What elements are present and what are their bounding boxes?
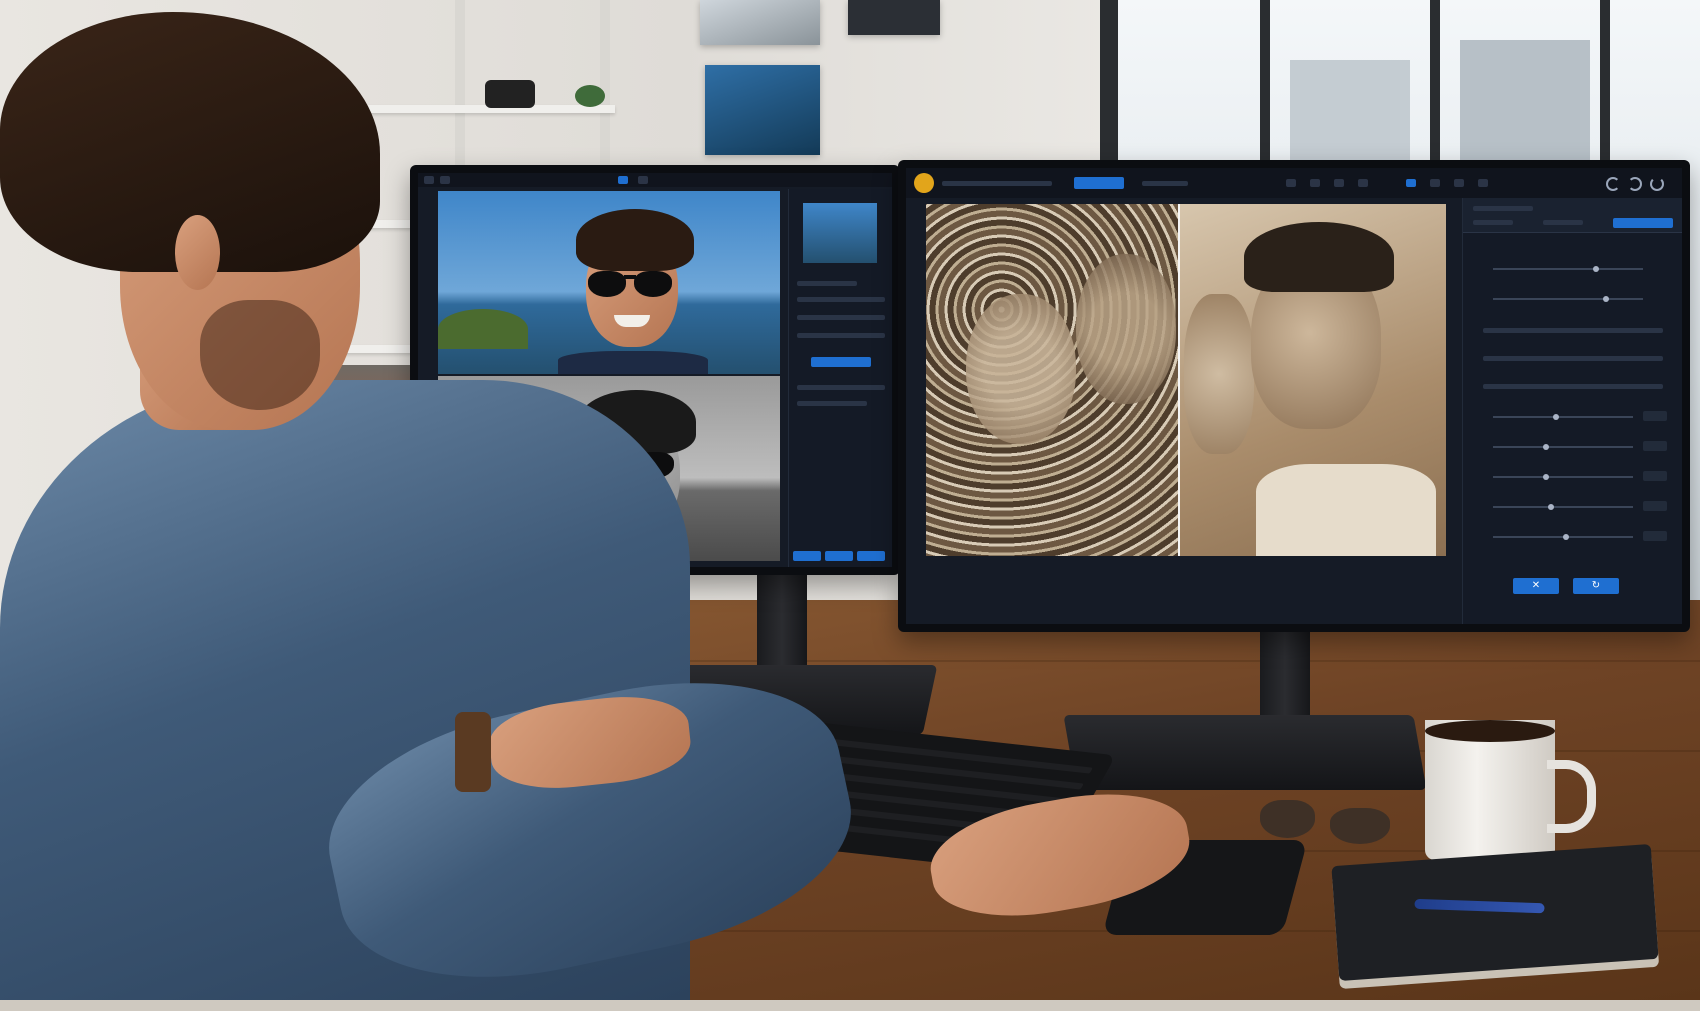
tool-icon[interactable] bbox=[1478, 179, 1488, 187]
restored-shirt bbox=[1256, 464, 1436, 556]
left-app-toolbar bbox=[418, 173, 892, 187]
adjust-button[interactable] bbox=[825, 551, 853, 561]
setting-slider[interactable] bbox=[797, 297, 885, 302]
value-field[interactable] bbox=[1643, 501, 1667, 511]
tool-icon[interactable] bbox=[1430, 179, 1440, 187]
undo-icon[interactable] bbox=[1606, 177, 1620, 191]
value-field[interactable] bbox=[1643, 411, 1667, 421]
setting-toggle-row[interactable] bbox=[797, 385, 885, 390]
coffee-mug bbox=[1425, 720, 1596, 860]
sunglasses-lens-right bbox=[634, 271, 672, 297]
left-settings-panel bbox=[788, 189, 892, 567]
adjust-row[interactable] bbox=[1483, 384, 1663, 389]
adjust-slider[interactable] bbox=[1493, 296, 1643, 302]
tool-icon[interactable] bbox=[1454, 179, 1464, 187]
sunglasses-lens-left bbox=[588, 271, 626, 297]
tool-active-icon[interactable] bbox=[1406, 179, 1416, 187]
adjust-row[interactable] bbox=[1483, 328, 1663, 333]
apply-button[interactable] bbox=[857, 551, 885, 561]
toolbar-active-icon[interactable] bbox=[618, 176, 628, 184]
apply-icon[interactable]: ↻ bbox=[1573, 578, 1619, 594]
tool-icon[interactable] bbox=[1358, 179, 1368, 187]
color-photo-panel bbox=[438, 191, 780, 374]
toolbar-icon[interactable] bbox=[440, 176, 450, 184]
setting-slider[interactable] bbox=[797, 333, 885, 338]
panel-thumbnail[interactable] bbox=[803, 203, 877, 263]
logo-badge-icon bbox=[914, 173, 934, 193]
plant-on-shelf bbox=[575, 85, 605, 107]
panel-tab-active[interactable] bbox=[1613, 218, 1673, 228]
wall-photo-dark bbox=[848, 0, 940, 35]
left-monitor-stand-neck bbox=[757, 570, 807, 680]
panel-action-button[interactable] bbox=[811, 357, 871, 367]
notebook bbox=[1331, 843, 1659, 982]
shirt-navy bbox=[558, 351, 708, 374]
adjust-slider[interactable] bbox=[1493, 414, 1633, 420]
adjust-row[interactable] bbox=[1483, 356, 1663, 361]
damaged-face-woman bbox=[966, 294, 1076, 444]
cancel-button[interactable] bbox=[793, 551, 821, 561]
toolbar-icon[interactable] bbox=[638, 176, 648, 184]
close-icon[interactable]: ✕ bbox=[1513, 578, 1559, 594]
setting-slider[interactable] bbox=[797, 315, 885, 320]
sunglasses-on-desk bbox=[1260, 790, 1400, 844]
right-monitor: ✕ ↻ bbox=[898, 160, 1690, 632]
adjust-slider[interactable] bbox=[1493, 504, 1633, 510]
value-field[interactable] bbox=[1643, 471, 1667, 481]
panel-tab[interactable] bbox=[1473, 220, 1513, 225]
wall-photo-top bbox=[700, 0, 820, 45]
adjust-slider[interactable] bbox=[1493, 474, 1633, 480]
tool-icon[interactable] bbox=[1310, 179, 1320, 187]
wristwatch bbox=[455, 712, 491, 792]
right-monitor-stand-base bbox=[1063, 715, 1427, 790]
person-ear bbox=[175, 215, 220, 290]
toolbar-icon[interactable] bbox=[424, 176, 434, 184]
value-field[interactable] bbox=[1643, 441, 1667, 451]
adjust-slider[interactable] bbox=[1493, 534, 1633, 540]
sunglasses-bridge bbox=[624, 275, 636, 279]
mug-handle bbox=[1547, 760, 1596, 833]
right-monitor-screen: ✕ ↻ bbox=[906, 168, 1682, 624]
toolbar-field[interactable] bbox=[1142, 181, 1188, 186]
tool-icon[interactable] bbox=[1286, 179, 1296, 187]
tool-icon[interactable] bbox=[1334, 179, 1344, 187]
compare-split-handle[interactable] bbox=[1178, 204, 1180, 556]
pen bbox=[1414, 898, 1545, 914]
panel-tab[interactable] bbox=[1543, 220, 1583, 225]
restored-hair-man bbox=[1244, 222, 1394, 292]
curly-hair bbox=[576, 209, 694, 271]
wall-photo-ocean bbox=[705, 65, 820, 155]
restored-face-woman bbox=[1184, 294, 1254, 454]
redo-icon[interactable] bbox=[1628, 177, 1642, 191]
restoration-compare-view[interactable] bbox=[926, 204, 1446, 556]
adjust-slider[interactable] bbox=[1493, 266, 1643, 272]
hillside bbox=[438, 309, 528, 349]
damaged-face-man bbox=[1076, 254, 1176, 404]
right-adjustments-panel: ✕ ↻ bbox=[1462, 198, 1682, 624]
right-app-toolbar bbox=[906, 168, 1682, 198]
adjust-slider[interactable] bbox=[1493, 444, 1633, 450]
value-field[interactable] bbox=[1643, 531, 1667, 541]
toolbar-primary-button[interactable] bbox=[1074, 177, 1124, 189]
camera-on-shelf bbox=[485, 80, 535, 108]
refresh-icon[interactable] bbox=[1650, 177, 1664, 191]
person-beard bbox=[200, 300, 320, 410]
